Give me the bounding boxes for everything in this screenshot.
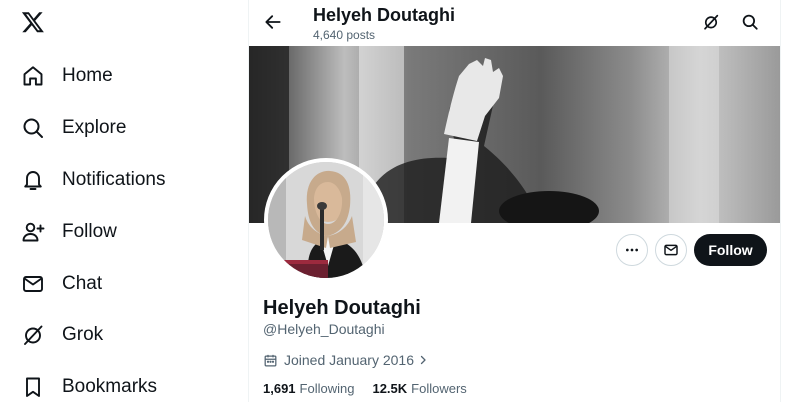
nav-notifications[interactable]: Notifications — [20, 162, 166, 198]
calendar-icon — [264, 354, 277, 366]
nav-home[interactable]: Home — [20, 58, 113, 94]
nav-bookmarks[interactable]: Bookmarks — [20, 369, 157, 402]
joined-date-label: Joined January 2016 — [284, 352, 414, 368]
profile-header: Helyeh Doutaghi 4,640 posts — [249, 0, 780, 46]
more-options-button[interactable] — [616, 234, 648, 266]
following-link[interactable]: 1,691 Following — [263, 381, 354, 396]
header-title: Helyeh Doutaghi — [313, 5, 456, 25]
column-divider-right — [780, 0, 781, 402]
message-button[interactable] — [655, 234, 687, 266]
nav-explore-label: Explore — [62, 117, 127, 138]
nav-notifications-label: Notifications — [62, 169, 166, 190]
nav-bookmarks-label: Bookmarks — [62, 376, 158, 397]
x-logo-icon[interactable] — [21, 10, 47, 36]
followers-label: Followers — [411, 381, 467, 396]
following-label: Following — [299, 381, 355, 396]
following-count: 1,691 — [263, 381, 296, 396]
home-icon — [20, 63, 46, 89]
search-profile-button[interactable] — [739, 11, 761, 33]
left-sidebar: Home Explore Notifications Follow Chat G… — [0, 0, 248, 402]
nav-chat-label: Chat — [62, 273, 103, 294]
nav-home-label: Home — [62, 65, 113, 86]
search-icon — [742, 14, 758, 30]
search-icon — [20, 115, 46, 141]
followers-link[interactable]: 12.5K Followers — [372, 381, 466, 396]
nav-grok[interactable]: Grok — [20, 317, 103, 353]
chevron-right-icon — [417, 354, 429, 366]
profile-name: Helyeh Doutaghi — [263, 297, 421, 319]
more-horizontal-icon — [626, 248, 638, 252]
followers-count: 12.5K — [372, 381, 408, 396]
joined-date[interactable]: Joined January 2016 — [263, 350, 429, 370]
header-post-count: 4,640 posts — [313, 28, 376, 42]
back-button[interactable] — [261, 10, 285, 34]
nav-follow[interactable]: Follow — [20, 214, 117, 250]
profile-handle: @Helyeh_Doutaghi — [263, 321, 385, 337]
grok-icon — [20, 322, 46, 348]
envelope-icon — [20, 271, 46, 297]
bell-icon — [20, 167, 46, 193]
profile-stats: 1,691 Following 12.5K Followers — [263, 381, 485, 396]
envelope-icon — [664, 244, 678, 256]
bookmark-icon — [20, 374, 46, 400]
nav-grok-label: Grok — [62, 324, 104, 345]
nav-chat[interactable]: Chat — [20, 266, 102, 302]
follow-button[interactable]: Follow — [694, 234, 767, 266]
nav-explore[interactable]: Explore — [20, 110, 126, 146]
grok-icon — [704, 14, 719, 30]
grok-button[interactable] — [700, 11, 722, 33]
arrow-left-icon — [265, 15, 281, 29]
nav-follow-label: Follow — [62, 221, 117, 242]
profile-avatar[interactable] — [264, 158, 388, 282]
person-add-icon — [20, 219, 46, 245]
